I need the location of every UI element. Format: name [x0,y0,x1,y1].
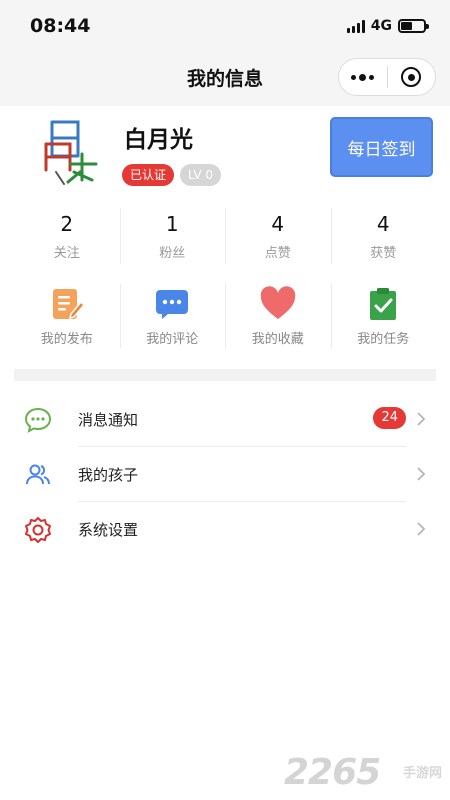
action-label: 我的收藏 [251,332,304,347]
stat-label: 点赞 [264,246,291,261]
comment-bubble-icon [156,290,189,319]
username: 白月光 [124,127,193,153]
action-label: 我的任务 [357,332,410,347]
users-icon [26,464,50,485]
miniprogram-capsule [338,58,436,96]
menu-item-label: 消息通知 [78,411,139,429]
action-label: 我的发布 [40,332,93,347]
quick-actions: 我的发布 我的评论 我的收藏 我的任务 [14,284,436,350]
message-bubble-icon [24,407,52,433]
stat-following[interactable]: 2 关注 [14,208,120,268]
stat-likes-received[interactable]: 4 获赞 [330,208,437,268]
status-indicators: 4G [346,18,429,34]
watermark-number: 2265 [284,752,381,793]
battery-level [401,22,412,30]
menu-item-my-children[interactable]: 我的孩子 [0,447,450,502]
stat-value: 2 [60,212,74,236]
stat-value: 4 [376,212,390,236]
menu-item-label: 我的孩子 [78,466,139,484]
action-label: 我的评论 [146,332,199,347]
stat-label: 关注 [53,246,80,261]
site-watermark: 2265 手游网 [284,752,444,793]
menu-item-notifications[interactable]: 消息通知 24 [0,392,450,447]
clipboard-check-icon [370,288,397,320]
level-badge: LV 0 [180,164,222,186]
status-bar: 08:44 4G [0,0,450,52]
battery-icon [398,19,429,33]
more-options-button[interactable] [339,59,387,95]
daily-signin-button[interactable]: 每日签到 [330,117,433,177]
my-favorites-button[interactable]: 我的收藏 [225,284,331,350]
nav-bar: 我的信息 [0,52,450,106]
chevron-right-icon [417,522,426,536]
section-divider [14,369,436,381]
settings-menu: 消息通知 24 我的孩子 系统设置 [0,392,450,557]
menu-item-system-settings[interactable]: 系统设置 [0,502,450,557]
chevron-right-icon [417,412,426,426]
notification-count-badge: 24 [373,407,406,429]
stat-followers[interactable]: 1 粉丝 [119,208,226,268]
my-comments-button[interactable]: 我的评论 [119,284,226,350]
verified-badge: 已认证 [122,164,175,186]
watermark-text: 手游网 [402,766,442,781]
heart-icon [260,286,295,319]
edit-document-icon [52,289,85,320]
avatar[interactable] [34,114,104,188]
gear-icon [25,517,51,543]
signal-icon [346,19,365,33]
stat-label: 获赞 [370,246,397,261]
profile-header: 白月光 已认证 LV 0 每日签到 [0,106,450,196]
stats-row: 2 关注 1 粉丝 4 点赞 4 获赞 [14,208,436,268]
stat-value: 4 [271,212,285,236]
chevron-right-icon [417,467,426,481]
target-circle-icon [401,67,422,87]
stat-value: 1 [165,212,179,236]
my-posts-button[interactable]: 我的发布 [14,284,120,350]
stat-likes-given[interactable]: 4 点赞 [225,208,331,268]
network-type: 4G [370,18,392,34]
status-time: 08:44 [30,15,91,37]
my-tasks-button[interactable]: 我的任务 [330,284,437,350]
close-miniprogram-button[interactable] [387,59,435,95]
menu-item-label: 系统设置 [78,521,139,539]
stat-label: 粉丝 [159,246,186,261]
user-badges: 已认证 LV 0 [122,164,222,186]
